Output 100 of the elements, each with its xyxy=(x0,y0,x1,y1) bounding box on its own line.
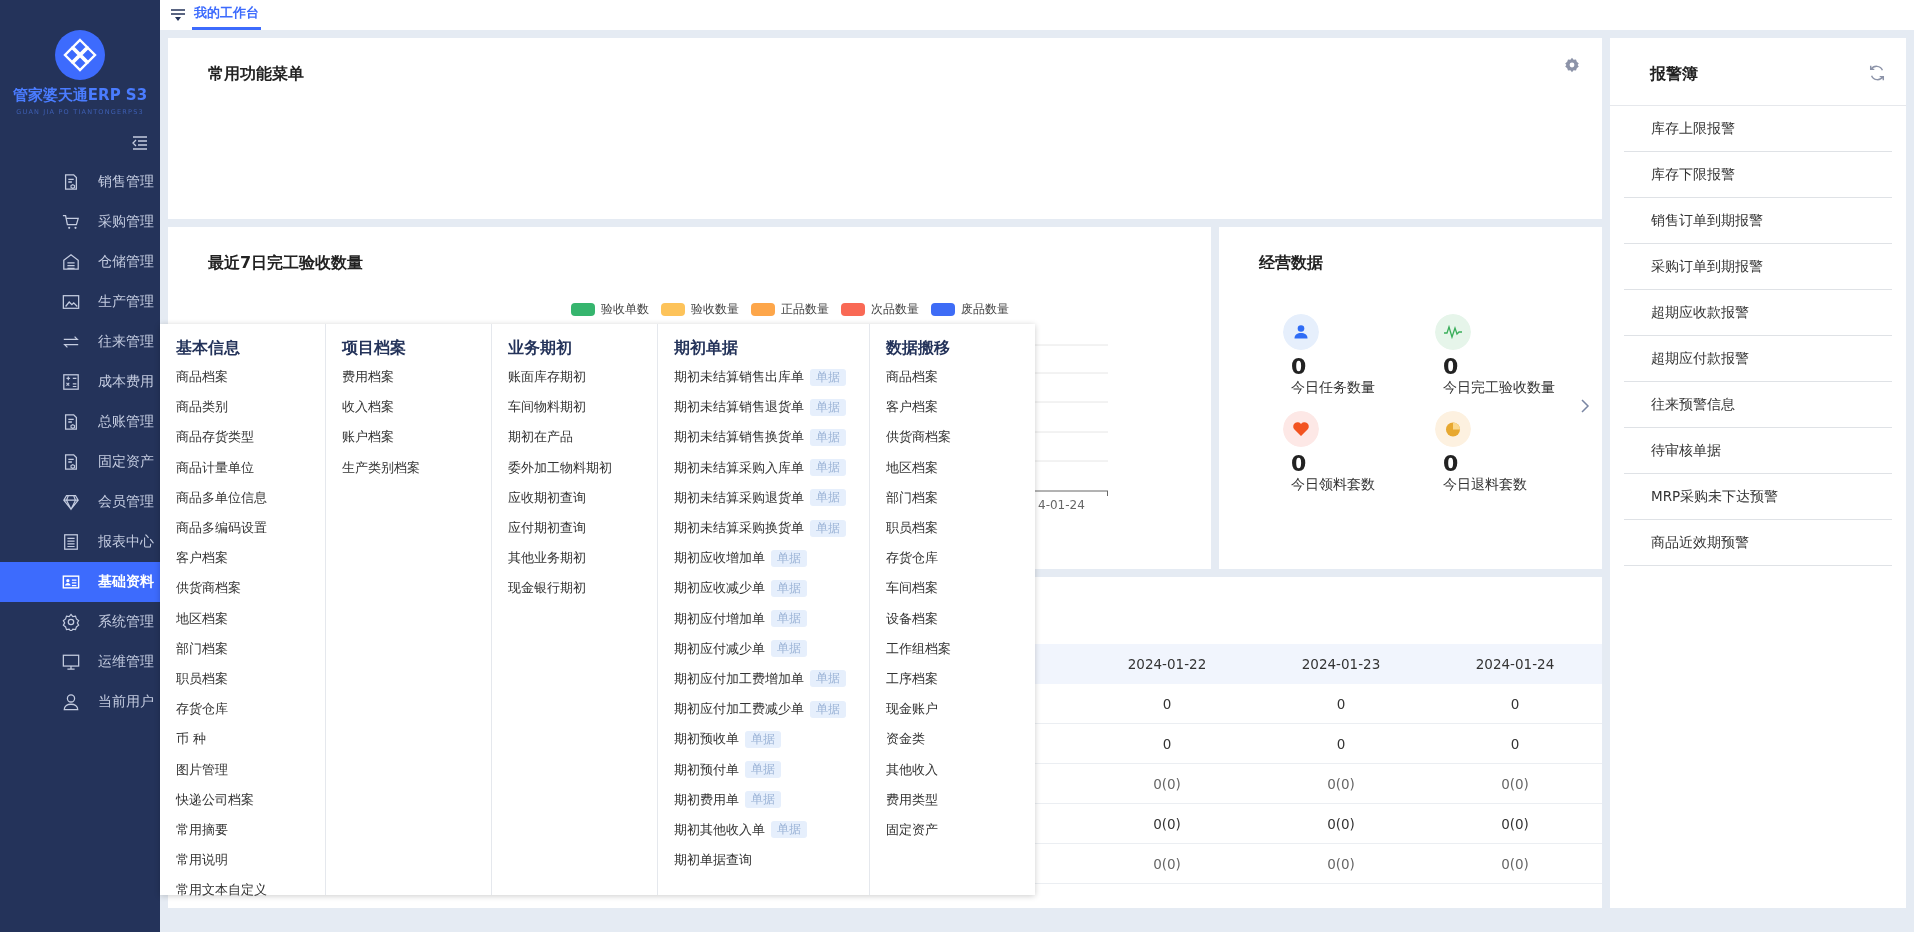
alarm-item[interactable]: 库存下限报警 xyxy=(1624,152,1892,198)
menu-item[interactable]: 期初应付增加单 xyxy=(674,609,765,628)
sidebar-item[interactable]: 会员管理 xyxy=(0,482,160,522)
menu-item[interactable]: 应付期初查询 xyxy=(508,512,657,544)
menu-item[interactable]: 车间物料期初 xyxy=(508,392,657,423)
menu-item[interactable]: 期初应付减少单 xyxy=(674,639,765,658)
sidebar-item[interactable]: 固定资产 xyxy=(0,442,160,482)
menu-item[interactable]: 工作组档案 xyxy=(886,633,1035,664)
menu-item[interactable]: 部门档案 xyxy=(176,633,325,664)
sidebar-item[interactable]: 运维管理 xyxy=(0,642,160,682)
menu-item[interactable]: 期初应付加工费减少单 xyxy=(674,700,804,719)
alarm-item[interactable]: MRP采购未下达预警 xyxy=(1624,474,1892,520)
menu-item[interactable]: 常用文本自定义 xyxy=(176,875,325,906)
sidebar-item[interactable]: 生产管理 xyxy=(0,282,160,322)
alarm-item[interactable]: 商品近效期预警 xyxy=(1624,520,1892,566)
settings-icon[interactable] xyxy=(1564,57,1580,73)
menu-item[interactable]: 币 种 xyxy=(176,724,325,755)
alarm-item[interactable]: 超期应收款报警 xyxy=(1624,290,1892,336)
legend-item[interactable]: 正品数量 xyxy=(750,302,829,317)
sidebar-item[interactable]: 往来管理 xyxy=(0,322,160,362)
sidebar-item[interactable]: 仓储管理 xyxy=(0,242,160,282)
menu-item[interactable]: 期初应收增加单 xyxy=(674,549,765,568)
menu-item[interactable]: 存货仓库 xyxy=(886,543,1035,574)
menu-item[interactable]: 应收期初查询 xyxy=(508,482,657,513)
sidebar-item[interactable]: 基础资料 xyxy=(0,562,160,602)
menu-item[interactable]: 商品多编码设置 xyxy=(176,512,325,544)
menu-icon[interactable] xyxy=(170,8,186,22)
menu-item[interactable]: 图片管理 xyxy=(176,754,325,785)
menu-item[interactable]: 期初在产品 xyxy=(508,422,657,453)
menu-item[interactable]: 商品档案 xyxy=(886,362,1035,393)
chevron-right-icon[interactable] xyxy=(1580,398,1590,414)
menu-item[interactable]: 客户档案 xyxy=(176,543,325,574)
menu-item[interactable]: 费用档案 xyxy=(342,362,491,393)
refresh-icon[interactable] xyxy=(1868,64,1886,82)
menu-item[interactable]: 期初未结算采购换货单 xyxy=(674,519,804,538)
menu-item[interactable]: 期初未结算销售换货单 xyxy=(674,428,804,447)
cart-icon xyxy=(62,213,80,231)
menu-item[interactable]: 职员档案 xyxy=(886,512,1035,544)
menu-item[interactable]: 期初应收减少单 xyxy=(674,579,765,598)
menu-item[interactable]: 期初费用单 xyxy=(674,790,739,809)
sidebar-item[interactable]: 报表中心 xyxy=(0,522,160,562)
pie-chart-icon xyxy=(1435,411,1471,447)
menu-item[interactable]: 期初预付单 xyxy=(674,760,739,779)
sidebar-item[interactable]: 当前用户 xyxy=(0,682,160,722)
alarm-item[interactable]: 往来预警信息 xyxy=(1624,382,1892,428)
menu-item[interactable]: 期初预收单 xyxy=(674,730,739,749)
alarm-item[interactable]: 库存上限报警 xyxy=(1624,106,1892,152)
menu-item[interactable]: 账面库存期初 xyxy=(508,362,657,393)
menu-item[interactable]: 部门档案 xyxy=(886,482,1035,513)
menu-item[interactable]: 期初未结算销售出库单 xyxy=(674,368,804,387)
menu-item[interactable]: 商品计量单位 xyxy=(176,452,325,483)
menu-item[interactable]: 商品存货类型 xyxy=(176,422,325,453)
menu-item[interactable]: 期初未结算销售退货单 xyxy=(674,398,804,417)
legend-item[interactable]: 次品数量 xyxy=(840,302,919,317)
sidebar-item[interactable]: 采购管理 xyxy=(0,202,160,242)
menu-item[interactable]: 账户档案 xyxy=(342,422,491,453)
menu-item[interactable]: 快递公司档案 xyxy=(176,784,325,815)
collapse-menu-icon[interactable] xyxy=(132,136,148,150)
menu-item[interactable]: 车间档案 xyxy=(886,573,1035,604)
menu-item[interactable]: 收入档案 xyxy=(342,392,491,423)
menu-item[interactable]: 供货商档案 xyxy=(176,573,325,604)
menu-item[interactable]: 常用摘要 xyxy=(176,814,325,845)
menu-item[interactable]: 职员档案 xyxy=(176,663,325,695)
sidebar-item[interactable]: 成本费用 xyxy=(0,362,160,402)
sidebar-item[interactable]: 系统管理 xyxy=(0,602,160,642)
menu-item[interactable]: 生产类别档案 xyxy=(342,452,491,483)
menu-item[interactable]: 商品档案 xyxy=(176,362,325,393)
legend-item[interactable]: 废品数量 xyxy=(930,302,1009,317)
menu-item[interactable]: 期初未结算采购入库单 xyxy=(674,458,804,477)
menu-item[interactable]: 期初单据查询 xyxy=(674,845,869,876)
menu-item[interactable]: 费用类型 xyxy=(886,784,1035,815)
menu-item[interactable]: 地区档案 xyxy=(886,452,1035,483)
menu-item[interactable]: 商品类别 xyxy=(176,392,325,423)
tab[interactable]: 我的工作台 xyxy=(192,4,261,30)
menu-item[interactable]: 期初应付加工费增加单 xyxy=(674,669,804,688)
alarm-item[interactable]: 销售订单到期报警 xyxy=(1624,198,1892,244)
menu-item[interactable]: 资金类 xyxy=(886,724,1035,755)
menu-item[interactable]: 期初未结算采购退货单 xyxy=(674,488,804,507)
menu-item[interactable]: 委外加工物料期初 xyxy=(508,452,657,483)
menu-item[interactable]: 商品多单位信息 xyxy=(176,482,325,513)
menu-item[interactable]: 供货商档案 xyxy=(886,422,1035,453)
sidebar-item[interactable]: 销售管理 xyxy=(0,162,160,202)
alarm-item[interactable]: 超期应付款报警 xyxy=(1624,336,1892,382)
menu-item[interactable]: 现金银行期初 xyxy=(508,573,657,604)
alarm-item[interactable]: 采购订单到期报警 xyxy=(1624,244,1892,290)
menu-item[interactable]: 地区档案 xyxy=(176,603,325,634)
menu-item[interactable]: 现金账户 xyxy=(886,694,1035,725)
menu-item[interactable]: 存货仓库 xyxy=(176,694,325,725)
menu-item[interactable]: 期初其他收入单 xyxy=(674,820,765,839)
menu-item[interactable]: 固定资产 xyxy=(886,814,1035,845)
menu-item[interactable]: 其他业务期初 xyxy=(508,543,657,574)
alarm-item[interactable]: 待审核单据 xyxy=(1624,428,1892,474)
legend-item[interactable]: 验收单数 xyxy=(570,302,649,317)
sidebar-item[interactable]: 总账管理 xyxy=(0,402,160,442)
legend-item[interactable]: 验收数量 xyxy=(660,302,739,317)
menu-item[interactable]: 设备档案 xyxy=(886,603,1035,634)
menu-item[interactable]: 其他收入 xyxy=(886,754,1035,785)
menu-item[interactable]: 常用说明 xyxy=(176,845,325,876)
menu-item[interactable]: 工序档案 xyxy=(886,663,1035,695)
menu-item[interactable]: 客户档案 xyxy=(886,392,1035,423)
